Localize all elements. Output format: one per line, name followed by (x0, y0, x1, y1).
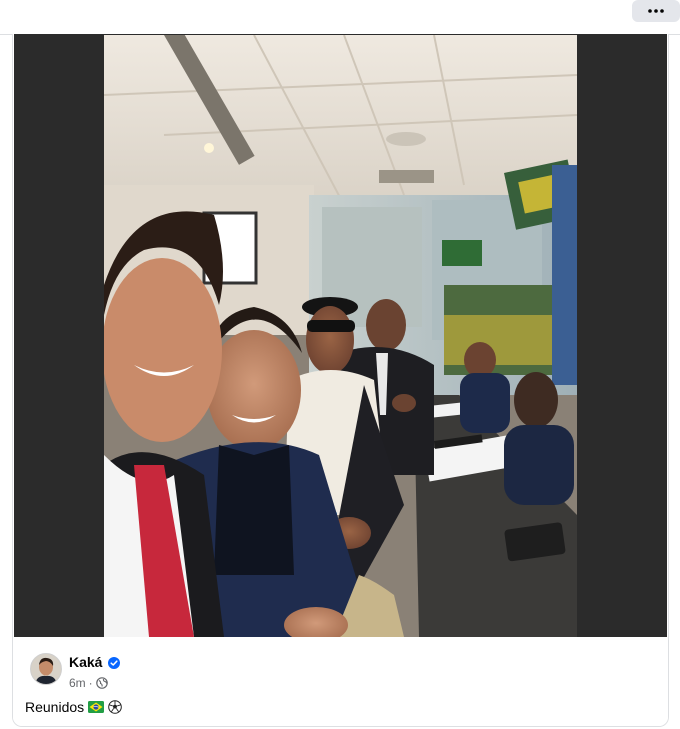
brazil-flag-icon (88, 701, 105, 713)
author-name[interactable]: Kaká (69, 654, 102, 670)
post-caption: Reunidos (25, 699, 122, 715)
post-timestamp[interactable]: 6m (69, 676, 86, 690)
top-bar (0, 0, 680, 35)
meta-separator: · (88, 676, 93, 690)
avatar[interactable] (30, 653, 62, 685)
globe-icon[interactable] (95, 677, 108, 689)
more-horizontal-icon (648, 9, 664, 13)
verified-badge-icon (108, 657, 120, 669)
post-photo[interactable] (104, 35, 577, 637)
soccer-ball-icon (108, 700, 122, 714)
caption-text: Reunidos (25, 699, 85, 715)
post-meta: 6m · (69, 676, 108, 690)
post-footer: Kaká 6m · Reunidos (13, 638, 668, 726)
post-media[interactable] (14, 34, 667, 637)
post-card: Kaká 6m · Reunidos (12, 34, 669, 727)
more-options-button[interactable] (632, 0, 680, 22)
